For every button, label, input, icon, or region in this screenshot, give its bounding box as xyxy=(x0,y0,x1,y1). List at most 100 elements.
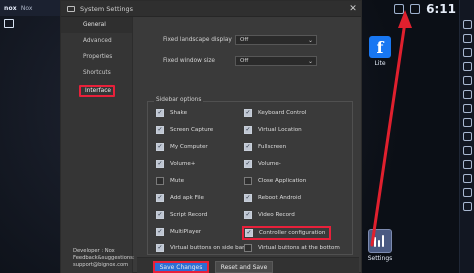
briefcase-icon[interactable] xyxy=(4,19,14,28)
support-email[interactable]: support@bignox.com xyxy=(73,262,129,269)
battery-icon xyxy=(410,4,421,14)
nox-topbar: nox Nox xyxy=(0,0,62,16)
checkbox[interactable] xyxy=(245,229,253,237)
nav-advanced[interactable]: Advanced xyxy=(61,33,132,49)
settings-content: Fixed landscape display Off ⌄ Fixed wind… xyxy=(137,17,359,273)
checkbox[interactable] xyxy=(156,160,164,168)
sidebar-options-group: Sidebar options Shake Screen Capture My … xyxy=(147,97,353,255)
fullscreen-icon[interactable] xyxy=(462,90,472,99)
volume-down-icon[interactable] xyxy=(462,118,472,127)
checkbox[interactable] xyxy=(244,109,252,117)
fixed-landscape-select[interactable]: Off ⌄ xyxy=(235,35,317,45)
app-facebook-lite[interactable]: f Lite xyxy=(360,36,400,67)
option-reboot-android[interactable]: Reboot Android xyxy=(244,194,301,202)
option-label: MultiPlayer xyxy=(170,229,202,235)
app-settings[interactable]: Settings xyxy=(360,229,400,262)
option-mute[interactable]: Mute xyxy=(156,177,184,185)
nox-desktop: nox Nox 6:11 f Lite Settings System Sett… xyxy=(0,0,474,273)
shake-icon[interactable] xyxy=(462,146,472,155)
checkbox[interactable] xyxy=(244,160,252,168)
option-script-record[interactable]: Script Record xyxy=(156,211,207,219)
checkbox[interactable] xyxy=(156,244,164,252)
fixed-window-size-select[interactable]: Off ⌄ xyxy=(235,56,317,66)
checkbox[interactable] xyxy=(244,126,252,134)
option-shake[interactable]: Shake xyxy=(156,109,187,117)
fixed-landscape-label: Fixed landscape display xyxy=(163,37,232,43)
option-label: Screen Capture xyxy=(170,127,214,133)
checkbox[interactable] xyxy=(244,177,252,185)
checkbox[interactable] xyxy=(156,211,164,219)
checkbox[interactable] xyxy=(156,194,164,202)
menu-icon[interactable] xyxy=(462,20,472,29)
window-footer: Save Changes Reset and Save xyxy=(137,257,359,273)
checkbox[interactable] xyxy=(244,143,252,151)
nav-properties[interactable]: Properties xyxy=(61,49,132,65)
fixed-landscape-value: Off xyxy=(240,37,249,43)
fixed-landscape-row: Fixed landscape display Off ⌄ xyxy=(145,33,355,47)
controller-icon[interactable] xyxy=(462,188,472,197)
close-icon[interactable]: ✕ xyxy=(345,1,361,17)
option-virtual-buttons-side-bar[interactable]: Virtual buttons on side bar xyxy=(156,244,244,252)
option-label: Reboot Android xyxy=(258,195,302,201)
option-volume-plus[interactable]: Volume+ xyxy=(156,160,196,168)
system-settings-window: System Settings ✕ General Advanced Prope… xyxy=(60,0,362,273)
checkbox[interactable] xyxy=(156,143,164,151)
checkbox[interactable] xyxy=(244,211,252,219)
more-icon[interactable] xyxy=(462,202,472,211)
option-label: Virtual buttons on side bar xyxy=(170,245,245,251)
folder-icon[interactable] xyxy=(462,76,472,85)
option-label: Keyboard Control xyxy=(258,110,307,116)
option-multiplayer[interactable]: MultiPlayer xyxy=(156,228,201,236)
checkbox[interactable] xyxy=(156,228,164,236)
status-bar: 6:11 xyxy=(394,2,456,16)
volume-up-icon[interactable] xyxy=(462,104,472,113)
option-volume-minus[interactable]: Volume- xyxy=(244,160,281,168)
option-virtual-buttons-bottom[interactable]: Virtual buttons at the bottom xyxy=(244,244,340,252)
checkbox[interactable] xyxy=(244,244,252,252)
checkbox[interactable] xyxy=(156,177,164,185)
chevron-down-icon: ⌄ xyxy=(307,57,313,65)
option-label: Close Application xyxy=(258,178,307,184)
chevron-down-icon: ⌄ xyxy=(307,36,313,44)
option-virtual-location[interactable]: Virtual Location xyxy=(244,126,302,134)
option-label: Script Record xyxy=(170,212,208,218)
checkbox[interactable] xyxy=(244,194,252,202)
option-label: Mute xyxy=(170,178,185,184)
window-titlebar: System Settings ✕ xyxy=(61,1,361,17)
add-apk-icon[interactable] xyxy=(462,132,472,141)
option-label: Virtual buttons at the bottom xyxy=(258,245,340,251)
option-label: Video Record xyxy=(258,212,295,218)
option-label: Volume+ xyxy=(170,161,196,167)
nav-shortcuts[interactable]: Shortcuts xyxy=(61,65,132,81)
facebook-icon: f xyxy=(369,36,391,58)
option-add-apk[interactable]: Add apk File xyxy=(156,194,204,202)
checkbox[interactable] xyxy=(156,109,164,117)
multiplayer-icon[interactable] xyxy=(462,174,472,183)
settings-icon xyxy=(67,5,75,12)
option-screen-capture[interactable]: Screen Capture xyxy=(156,126,213,134)
option-label: Fullscreen xyxy=(258,144,287,150)
nox-label: Nox xyxy=(20,4,33,12)
option-label: Controller configuration xyxy=(259,230,326,236)
screenshot-icon[interactable] xyxy=(462,62,472,71)
option-video-record[interactable]: Video Record xyxy=(244,211,295,219)
wifi-icon xyxy=(394,4,405,14)
record-icon[interactable] xyxy=(462,160,472,169)
checkbox[interactable] xyxy=(156,126,164,134)
sidebar-options-legend: Sidebar options xyxy=(154,97,204,103)
option-fullscreen[interactable]: Fullscreen xyxy=(244,143,286,151)
nav-general[interactable]: General xyxy=(61,17,132,33)
option-label: Shake xyxy=(170,110,188,116)
feedback-line: Feedback&suggestions: xyxy=(73,255,135,261)
keyboard-icon[interactable] xyxy=(462,34,472,43)
save-changes-button[interactable]: Save Changes xyxy=(153,261,209,273)
option-my-computer[interactable]: My Computer xyxy=(156,143,208,151)
nav-interface[interactable]: Interface xyxy=(79,85,115,97)
option-close-application[interactable]: Close Application xyxy=(244,177,306,185)
option-keyboard-control[interactable]: Keyboard Control xyxy=(244,109,306,117)
fixed-window-size-row: Fixed window size Off ⌄ xyxy=(145,54,355,68)
nox-logo: nox xyxy=(4,4,17,12)
reset-and-save-button[interactable]: Reset and Save xyxy=(215,261,273,273)
location-icon[interactable] xyxy=(462,48,472,57)
option-controller-configuration[interactable]: Controller configuration xyxy=(242,226,332,240)
